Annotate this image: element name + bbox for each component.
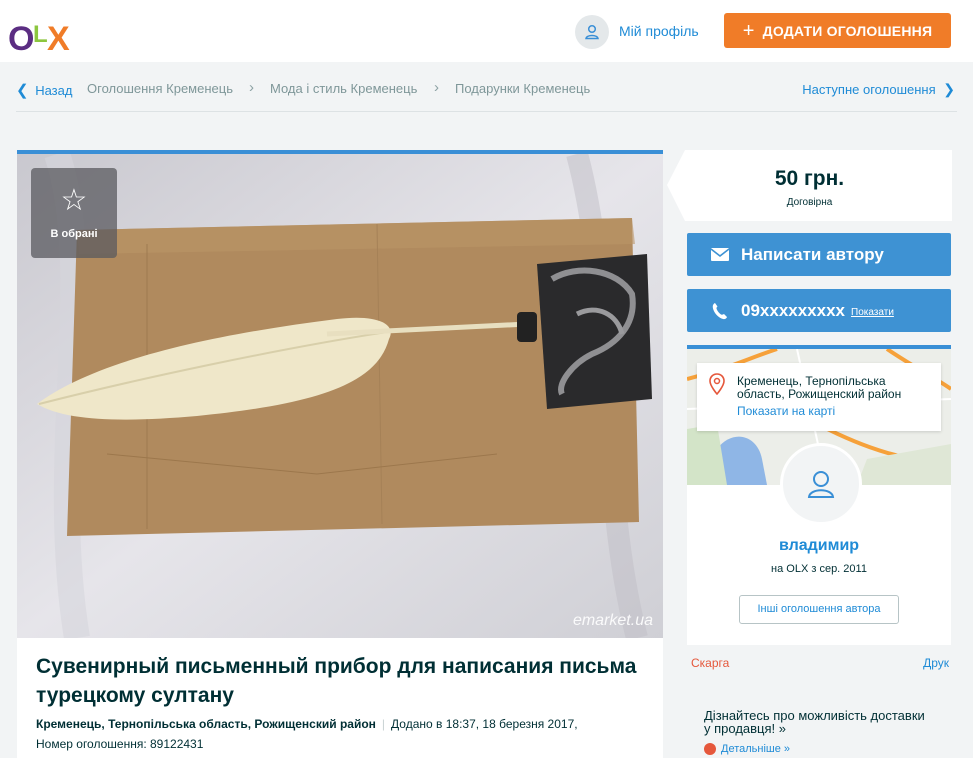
listing-location[interactable]: Кременець, Тернопільська область, Рожище… xyxy=(36,717,376,731)
show-phone-link[interactable]: Показати xyxy=(851,307,894,318)
user-icon xyxy=(585,24,599,40)
add-to-favorites-button[interactable]: ☆ В обрані xyxy=(31,168,117,258)
favorites-label: В обрані xyxy=(50,228,98,240)
breadcrumb-item-gifts[interactable]: Подарунки Кременець xyxy=(455,81,590,96)
listing-number: Номер оголошення: 89122431 xyxy=(36,737,204,751)
show-on-map-link[interactable]: Показати на карті xyxy=(737,404,835,418)
my-profile-link[interactable]: Мій профіль xyxy=(619,23,699,39)
chevron-right-icon: ❯ xyxy=(943,81,955,97)
chevron-left-icon: ❮ xyxy=(16,82,29,99)
svg-text:L: L xyxy=(33,21,48,48)
user-icon xyxy=(807,471,835,498)
breadcrumb-item-listings[interactable]: Оголошення Кременець xyxy=(87,81,233,96)
listing-added-date: Додано в 18:37, 18 березня 2017, xyxy=(391,717,578,731)
delivery-more-label: Детальніше » xyxy=(721,743,791,755)
listing-meta: Кременець, Тернопільська область, Рожище… xyxy=(36,714,656,754)
write-to-author-button[interactable]: Написати автору xyxy=(687,233,951,276)
chevron-right-icon: › xyxy=(249,79,254,96)
divider xyxy=(16,111,957,112)
delivery-text[interactable]: Дізнайтесь про можливість доставки у про… xyxy=(704,709,934,735)
seller-avatar[interactable] xyxy=(780,443,862,525)
header: O L X Мій профіль + ДОДАТИ ОГОЛОШЕННЯ xyxy=(0,0,973,62)
other-ads-button[interactable]: Інші оголошення автора xyxy=(739,595,899,624)
seller-card: Кременець, Тернопільська область, Рожище… xyxy=(687,345,951,645)
image-watermark: emarket.ua xyxy=(572,612,653,629)
print-link[interactable]: Друк xyxy=(923,656,949,670)
envelope-icon xyxy=(709,248,731,261)
breadcrumb-item-fashion[interactable]: Мода і стиль Кременець xyxy=(270,81,417,96)
delivery-promo: Дізнайтесь про можливість доставки у про… xyxy=(687,694,951,758)
breadcrumb: ❮ Назад Оголошення Кременець › Мода і ст… xyxy=(0,62,973,112)
olx-logo[interactable]: O L X xyxy=(6,14,80,60)
chevron-right-icon: › xyxy=(434,79,439,96)
write-to-author-label: Написати автору xyxy=(741,244,884,264)
listing-photo[interactable]: ☆ В обрані emarket.ua xyxy=(17,150,663,638)
phone-number: 09xxxxxxxxx xyxy=(741,300,846,320)
meta-separator: | xyxy=(381,717,386,731)
add-listing-button[interactable]: + ДОДАТИ ОГОЛОШЕННЯ xyxy=(724,13,951,48)
profile-avatar[interactable] xyxy=(575,15,609,49)
next-listing-link[interactable]: Наступне оголошення ❯ xyxy=(802,81,955,98)
seller-member-since: на OLX з сер. 2011 xyxy=(771,563,867,575)
back-link[interactable]: ❮ Назад xyxy=(16,81,72,99)
plus-icon: + xyxy=(742,19,755,42)
star-icon: ☆ xyxy=(60,184,88,217)
location-popup: Кременець, Тернопільська область, Рожище… xyxy=(697,363,941,431)
svg-text:X: X xyxy=(47,20,70,58)
info-icon xyxy=(704,743,716,755)
listing-title: Сувенирный письменный прибор для написан… xyxy=(36,655,637,707)
seller-name[interactable]: владимир xyxy=(687,537,951,555)
delivery-more-link[interactable]: Детальніше » xyxy=(704,743,790,755)
svg-text:O: O xyxy=(8,20,34,58)
price-negotiable: Договірна xyxy=(786,197,833,208)
report-link[interactable]: Скарга xyxy=(691,656,729,670)
price-panel: 50 грн. Договірна xyxy=(667,150,952,221)
phone-button[interactable]: 09xxxxxxxxx Показати xyxy=(687,289,951,332)
price-value: 50 грн. xyxy=(774,167,845,190)
phone-icon xyxy=(709,302,731,320)
next-listing-label: Наступне оголошення xyxy=(802,82,936,97)
back-label: Назад xyxy=(35,83,73,98)
seller-location: Кременець, Тернопільська область, Рожище… xyxy=(737,374,902,401)
add-listing-label: ДОДАТИ ОГОЛОШЕННЯ xyxy=(762,22,933,39)
location-pin-icon xyxy=(709,373,725,395)
listing-details: Сувенирный письменный прибор для написан… xyxy=(17,638,663,758)
